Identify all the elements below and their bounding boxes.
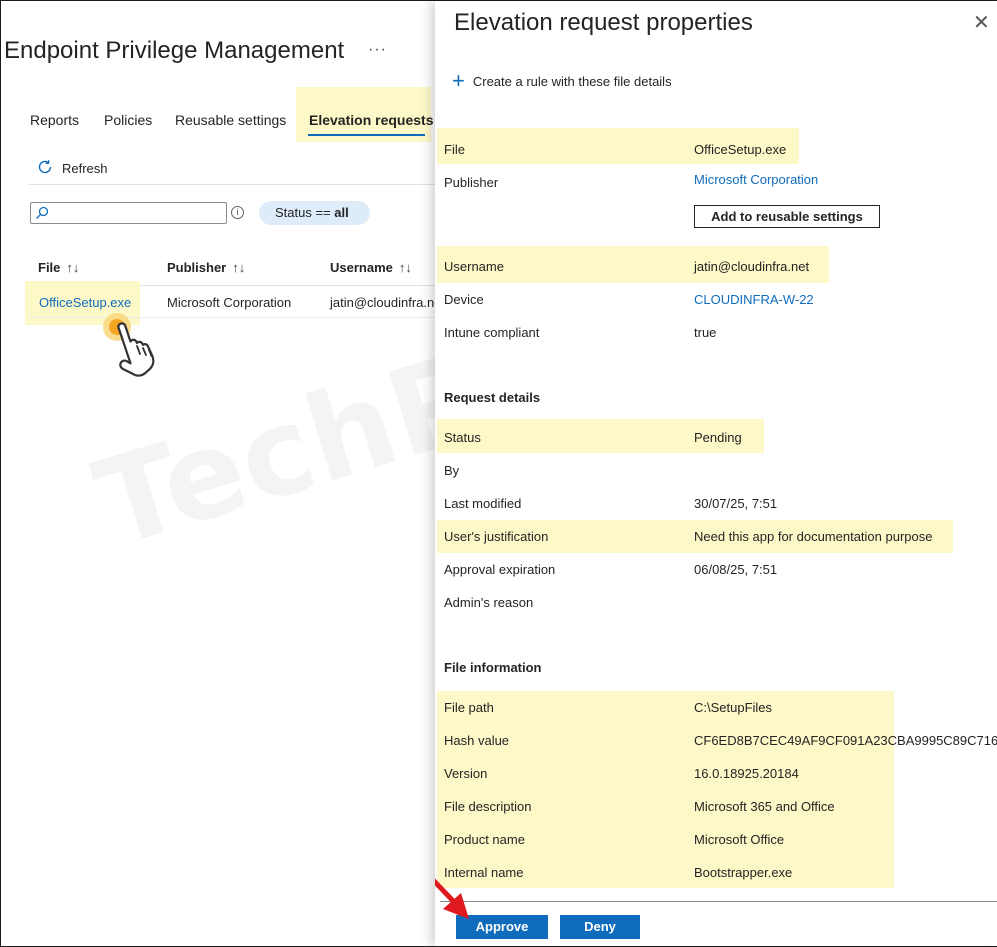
row-file-link[interactable]: OfficeSetup.exe bbox=[39, 295, 131, 310]
refresh-label: Refresh bbox=[62, 161, 108, 176]
file-information-heading: File information bbox=[444, 660, 542, 675]
highlight-file-info bbox=[437, 691, 894, 888]
plus-icon: + bbox=[452, 68, 465, 93]
sort-icon: ↑↓ bbox=[398, 260, 412, 275]
device-label: Device bbox=[444, 292, 484, 307]
intune-compliant-value: true bbox=[694, 325, 717, 340]
by-label: By bbox=[444, 463, 460, 478]
product-name-value: Microsoft Office bbox=[694, 832, 785, 847]
info-icon[interactable]: i bbox=[231, 206, 244, 219]
intune-compliant-label: Intune compliant bbox=[444, 325, 540, 340]
column-header-username[interactable]: Username ↑↓ bbox=[330, 260, 412, 275]
sort-icon: ↑↓ bbox=[66, 260, 80, 275]
product-name-label: Product name bbox=[444, 832, 525, 847]
status-filter-pill[interactable]: Status == all bbox=[259, 201, 370, 225]
last-modified-value: 30/07/25, 7:51 bbox=[694, 496, 778, 511]
file-description-value: Microsoft 365 and Office bbox=[694, 799, 835, 814]
column-header-username-label: Username bbox=[330, 260, 393, 275]
sort-icon: ↑↓ bbox=[232, 260, 246, 275]
add-to-reusable-settings-button[interactable]: Add to reusable settings bbox=[694, 205, 880, 228]
refresh-icon bbox=[36, 158, 54, 179]
tab-policies[interactable]: Policies bbox=[104, 112, 152, 128]
justification-value: Need this app for documentation purpose bbox=[694, 529, 933, 544]
page-title: Endpoint Privilege Management bbox=[4, 37, 345, 64]
footer-divider bbox=[440, 901, 997, 902]
hash-value-label: Hash value bbox=[444, 733, 510, 748]
epm-blade: Endpoint Privilege Management ··· Report… bbox=[1, 1, 435, 946]
create-rule-button[interactable]: + Create a rule with these file details bbox=[452, 68, 672, 93]
approval-expiration-label: Approval expiration bbox=[444, 562, 556, 577]
version-value: 16.0.18925.20184 bbox=[694, 766, 799, 781]
row-username: jatin@cloudinfra.net bbox=[330, 295, 435, 310]
request-details-heading: Request details bbox=[444, 390, 541, 405]
hand-cursor-icon bbox=[111, 319, 171, 386]
filter-prefix: Status == bbox=[275, 205, 335, 220]
red-arrow-icon bbox=[435, 853, 487, 930]
tab-reports[interactable]: Reports bbox=[30, 112, 79, 128]
active-tab-indicator bbox=[308, 134, 425, 136]
column-header-file[interactable]: File ↑↓ bbox=[38, 260, 79, 275]
device-link[interactable]: CLOUDINFRA-W-22 bbox=[694, 292, 814, 307]
admin-reason-label: Admin's reason bbox=[444, 595, 534, 610]
close-icon[interactable]: ✕ bbox=[973, 13, 990, 33]
column-header-file-label: File bbox=[38, 260, 61, 275]
panel-title: Elevation request properties bbox=[454, 9, 753, 36]
more-options-button[interactable]: ··· bbox=[368, 41, 387, 59]
row-publisher: Microsoft Corporation bbox=[167, 295, 292, 310]
version-label: Version bbox=[444, 766, 488, 781]
file-label: File bbox=[444, 142, 465, 157]
column-header-publisher[interactable]: Publisher ↑↓ bbox=[167, 260, 245, 275]
approval-expiration-value: 06/08/25, 7:51 bbox=[694, 562, 778, 577]
username-label: Username bbox=[444, 259, 504, 274]
create-rule-label: Create a rule with these file details bbox=[472, 73, 672, 89]
tab-elevation-requests[interactable]: Elevation requests bbox=[309, 112, 434, 128]
username-value: jatin@cloudinfra.net bbox=[694, 259, 810, 274]
file-path-value: C:\SetupFiles bbox=[694, 700, 773, 715]
filter-value: all bbox=[334, 205, 349, 220]
toolbar-divider bbox=[29, 184, 435, 185]
row-divider bbox=[29, 317, 435, 318]
search-input[interactable] bbox=[30, 202, 227, 224]
hash-value-value: CF6ED8B7CEC49AF9CF091A23CBA9995C89C7168E… bbox=[694, 733, 997, 748]
elevation-request-panel: Elevation request properties ✕ + Create … bbox=[435, 1, 997, 946]
publisher-label: Publisher bbox=[444, 175, 499, 190]
column-header-publisher-label: Publisher bbox=[167, 260, 227, 275]
tab-reusable-settings[interactable]: Reusable settings bbox=[175, 112, 286, 128]
deny-button[interactable]: Deny bbox=[560, 915, 640, 939]
status-label: Status bbox=[444, 430, 481, 445]
last-modified-label: Last modified bbox=[444, 496, 522, 511]
publisher-link[interactable]: Microsoft Corporation bbox=[694, 172, 818, 187]
file-value: OfficeSetup.exe bbox=[694, 142, 787, 157]
refresh-button[interactable]: Refresh bbox=[36, 158, 108, 179]
status-value: Pending bbox=[694, 430, 742, 445]
file-description-label: File description bbox=[444, 799, 532, 814]
internal-name-value: Bootstrapper.exe bbox=[694, 865, 793, 880]
file-path-label: File path bbox=[444, 700, 494, 715]
justification-label: User's justification bbox=[444, 529, 549, 544]
